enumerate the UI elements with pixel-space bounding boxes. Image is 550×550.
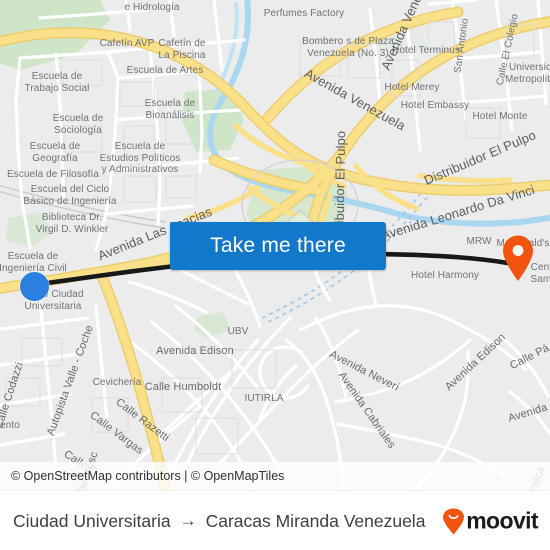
route-summary: Ciudad Universitaria → Caracas Miranda V… bbox=[0, 511, 425, 532]
take-me-there-label: Take me there bbox=[210, 234, 346, 257]
moovit-pin-icon bbox=[443, 508, 465, 534]
footer-bar: Ciudad Universitaria → Caracas Miranda V… bbox=[0, 490, 550, 550]
map-attribution-bar: © OpenStreetMap contributors | © OpenMap… bbox=[0, 462, 550, 490]
moovit-logo[interactable]: moovit bbox=[442, 507, 539, 535]
moovit-map-screenshot: e Hidrología Cafetín AVP Cafetín de La Pis… bbox=[0, 0, 550, 550]
take-me-there-button[interactable]: Take me there bbox=[170, 222, 386, 270]
attribution-text[interactable]: © OpenStreetMap contributors | © OpenMap… bbox=[0, 469, 284, 483]
map-pin-icon bbox=[503, 235, 533, 281]
origin-marker[interactable] bbox=[20, 272, 49, 301]
destination-marker[interactable] bbox=[501, 235, 535, 281]
arrow-right-icon: → bbox=[179, 511, 197, 530]
route-origin-label: Ciudad Universitaria bbox=[13, 510, 171, 531]
map-canvas[interactable]: e Hidrología Cafetín AVP Cafetín de La Pis… bbox=[0, 0, 550, 490]
moovit-wordmark: moovit bbox=[466, 507, 538, 534]
route-destination-label: Caracas Miranda Venezuela bbox=[205, 510, 426, 531]
